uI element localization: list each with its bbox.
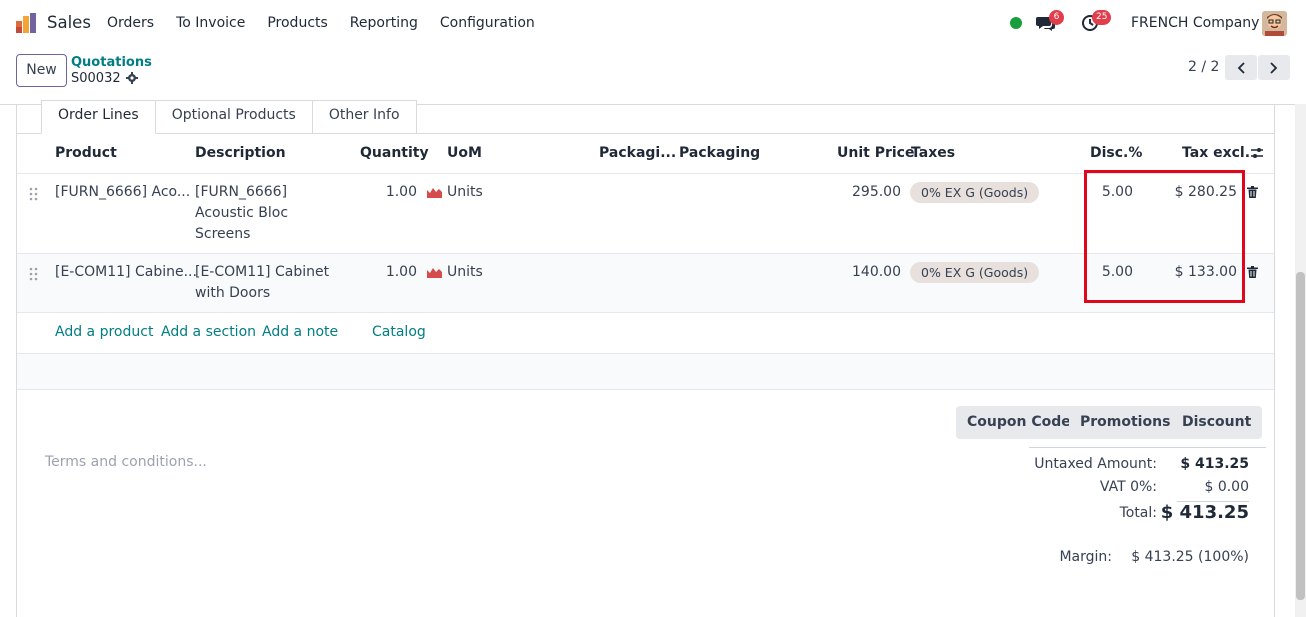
column-header-quantity[interactable]: Quantity	[360, 145, 429, 161]
description-line: Acoustic Bloc	[195, 205, 289, 221]
menu-item-orders[interactable]: Orders	[107, 15, 154, 31]
description-line: [FURN_6666]	[195, 184, 288, 200]
breadcrumb-current-record: S00032	[71, 71, 121, 86]
drag-handle-icon[interactable]	[29, 267, 39, 281]
column-header-taxes[interactable]: Taxes	[911, 145, 955, 161]
row-product[interactable]: [FURN_6666] Aco...	[55, 182, 190, 203]
vat-label: VAT 0%:	[1099, 479, 1157, 495]
row-uom[interactable]: Units	[447, 182, 483, 203]
menu-item-configuration[interactable]: Configuration	[440, 15, 535, 31]
new-button[interactable]: New	[16, 54, 67, 87]
row-unit-price[interactable]: 295.00	[820, 182, 901, 203]
discount-button[interactable]: Discount	[1171, 406, 1263, 439]
tax-tag[interactable]: 0% EX G (Goods)	[910, 182, 1040, 203]
column-header-product[interactable]: Product	[55, 145, 117, 161]
presence-status-dot	[1010, 17, 1022, 29]
column-header-packaging[interactable]: Packaging	[679, 145, 760, 161]
scrollbar-thumb[interactable]	[1296, 272, 1305, 600]
row-quantity[interactable]: 1.00	[370, 182, 417, 203]
user-avatar[interactable]	[1262, 11, 1287, 36]
column-header-discount[interactable]: Disc.%	[1090, 145, 1142, 161]
menu-item-reporting[interactable]: Reporting	[350, 15, 418, 31]
description-line: Screens	[195, 226, 251, 242]
gear-icon[interactable]	[126, 72, 138, 84]
column-header-uom[interactable]: UoM	[447, 145, 482, 161]
row-description[interactable]: [FURN_6666] Acoustic Bloc Screens	[195, 182, 288, 245]
forecast-chart-icon[interactable]	[427, 187, 442, 198]
row-divider	[17, 312, 1274, 313]
forecast-chart-icon[interactable]	[427, 267, 442, 278]
menu-item-products[interactable]: Products	[267, 15, 327, 31]
row-description[interactable]: [E-COM11] Cabinet with Doors	[195, 262, 329, 304]
column-header-packaging-qty[interactable]: Packagi...	[599, 145, 676, 161]
terms-and-conditions-field[interactable]: Terms and conditions...	[45, 454, 207, 470]
trash-icon[interactable]	[1247, 266, 1258, 278]
catalog-link[interactable]: Catalog	[372, 324, 426, 340]
pager-value[interactable]: 2 / 2	[1188, 59, 1219, 75]
row-quantity[interactable]: 1.00	[370, 262, 417, 283]
total-value: $ 413.25	[1160, 502, 1249, 523]
add-product-link[interactable]: Add a product	[55, 324, 153, 340]
trash-icon[interactable]	[1247, 186, 1258, 198]
add-section-link[interactable]: Add a section	[161, 324, 256, 340]
tab-other-info[interactable]: Other Info	[312, 100, 417, 134]
activity-count-badge: 25	[1092, 10, 1112, 25]
column-header-tax-excl[interactable]: Tax excl.	[1182, 145, 1250, 161]
table-footer-band	[17, 353, 1274, 390]
promotions-button[interactable]: Promotions	[1069, 406, 1182, 439]
row-product[interactable]: [E-COM11] Cabine...	[55, 262, 197, 283]
coupon-code-button[interactable]: Coupon Code	[956, 406, 1082, 439]
annotation-highlight-box	[1084, 170, 1245, 303]
column-header-unit-price[interactable]: Unit Price	[837, 145, 914, 161]
vat-value: $ 0.00	[1204, 479, 1249, 495]
tab-optional-products[interactable]: Optional Products	[155, 100, 313, 134]
untaxed-amount-value: $ 413.25	[1180, 456, 1249, 472]
top-navbar: Sales Orders To Invoice Products Reporti…	[0, 0, 1306, 46]
tab-order-lines[interactable]: Order Lines	[41, 100, 156, 134]
add-note-link[interactable]: Add a note	[262, 324, 338, 340]
totals-divider	[1029, 447, 1266, 448]
description-line: with Doors	[195, 285, 271, 301]
untaxed-amount-label: Untaxed Amount:	[1034, 456, 1157, 472]
row-unit-price[interactable]: 140.00	[820, 262, 901, 283]
sales-app-icon[interactable]	[15, 12, 37, 34]
chat-count-badge: 6	[1049, 10, 1064, 25]
chevron-right-icon	[1270, 61, 1278, 74]
breadcrumb-quotations[interactable]: Quotations	[71, 55, 152, 70]
main-menu: Orders To Invoice Products Reporting Con…	[107, 15, 557, 31]
column-header-description[interactable]: Description	[195, 145, 286, 161]
margin-value: $ 413.25 (100%)	[1131, 549, 1249, 565]
row-uom[interactable]: Units	[447, 262, 483, 283]
menu-item-to-invoice[interactable]: To Invoice	[176, 15, 245, 31]
tax-tag[interactable]: 0% EX G (Goods)	[910, 262, 1040, 283]
margin-label: Margin:	[1059, 549, 1112, 565]
company-switcher[interactable]: FRENCH Company	[1131, 15, 1259, 31]
description-line: [E-COM11] Cabinet	[195, 264, 330, 280]
drag-handle-icon[interactable]	[29, 187, 39, 201]
chevron-left-icon	[1237, 61, 1245, 74]
pager-next-button[interactable]	[1258, 55, 1290, 80]
column-settings-icon[interactable]	[1250, 146, 1264, 160]
app-name[interactable]: Sales	[47, 13, 91, 32]
pager-previous-button[interactable]	[1225, 55, 1257, 80]
notebook-tabs: Order Lines Optional Products Other Info	[41, 100, 417, 134]
